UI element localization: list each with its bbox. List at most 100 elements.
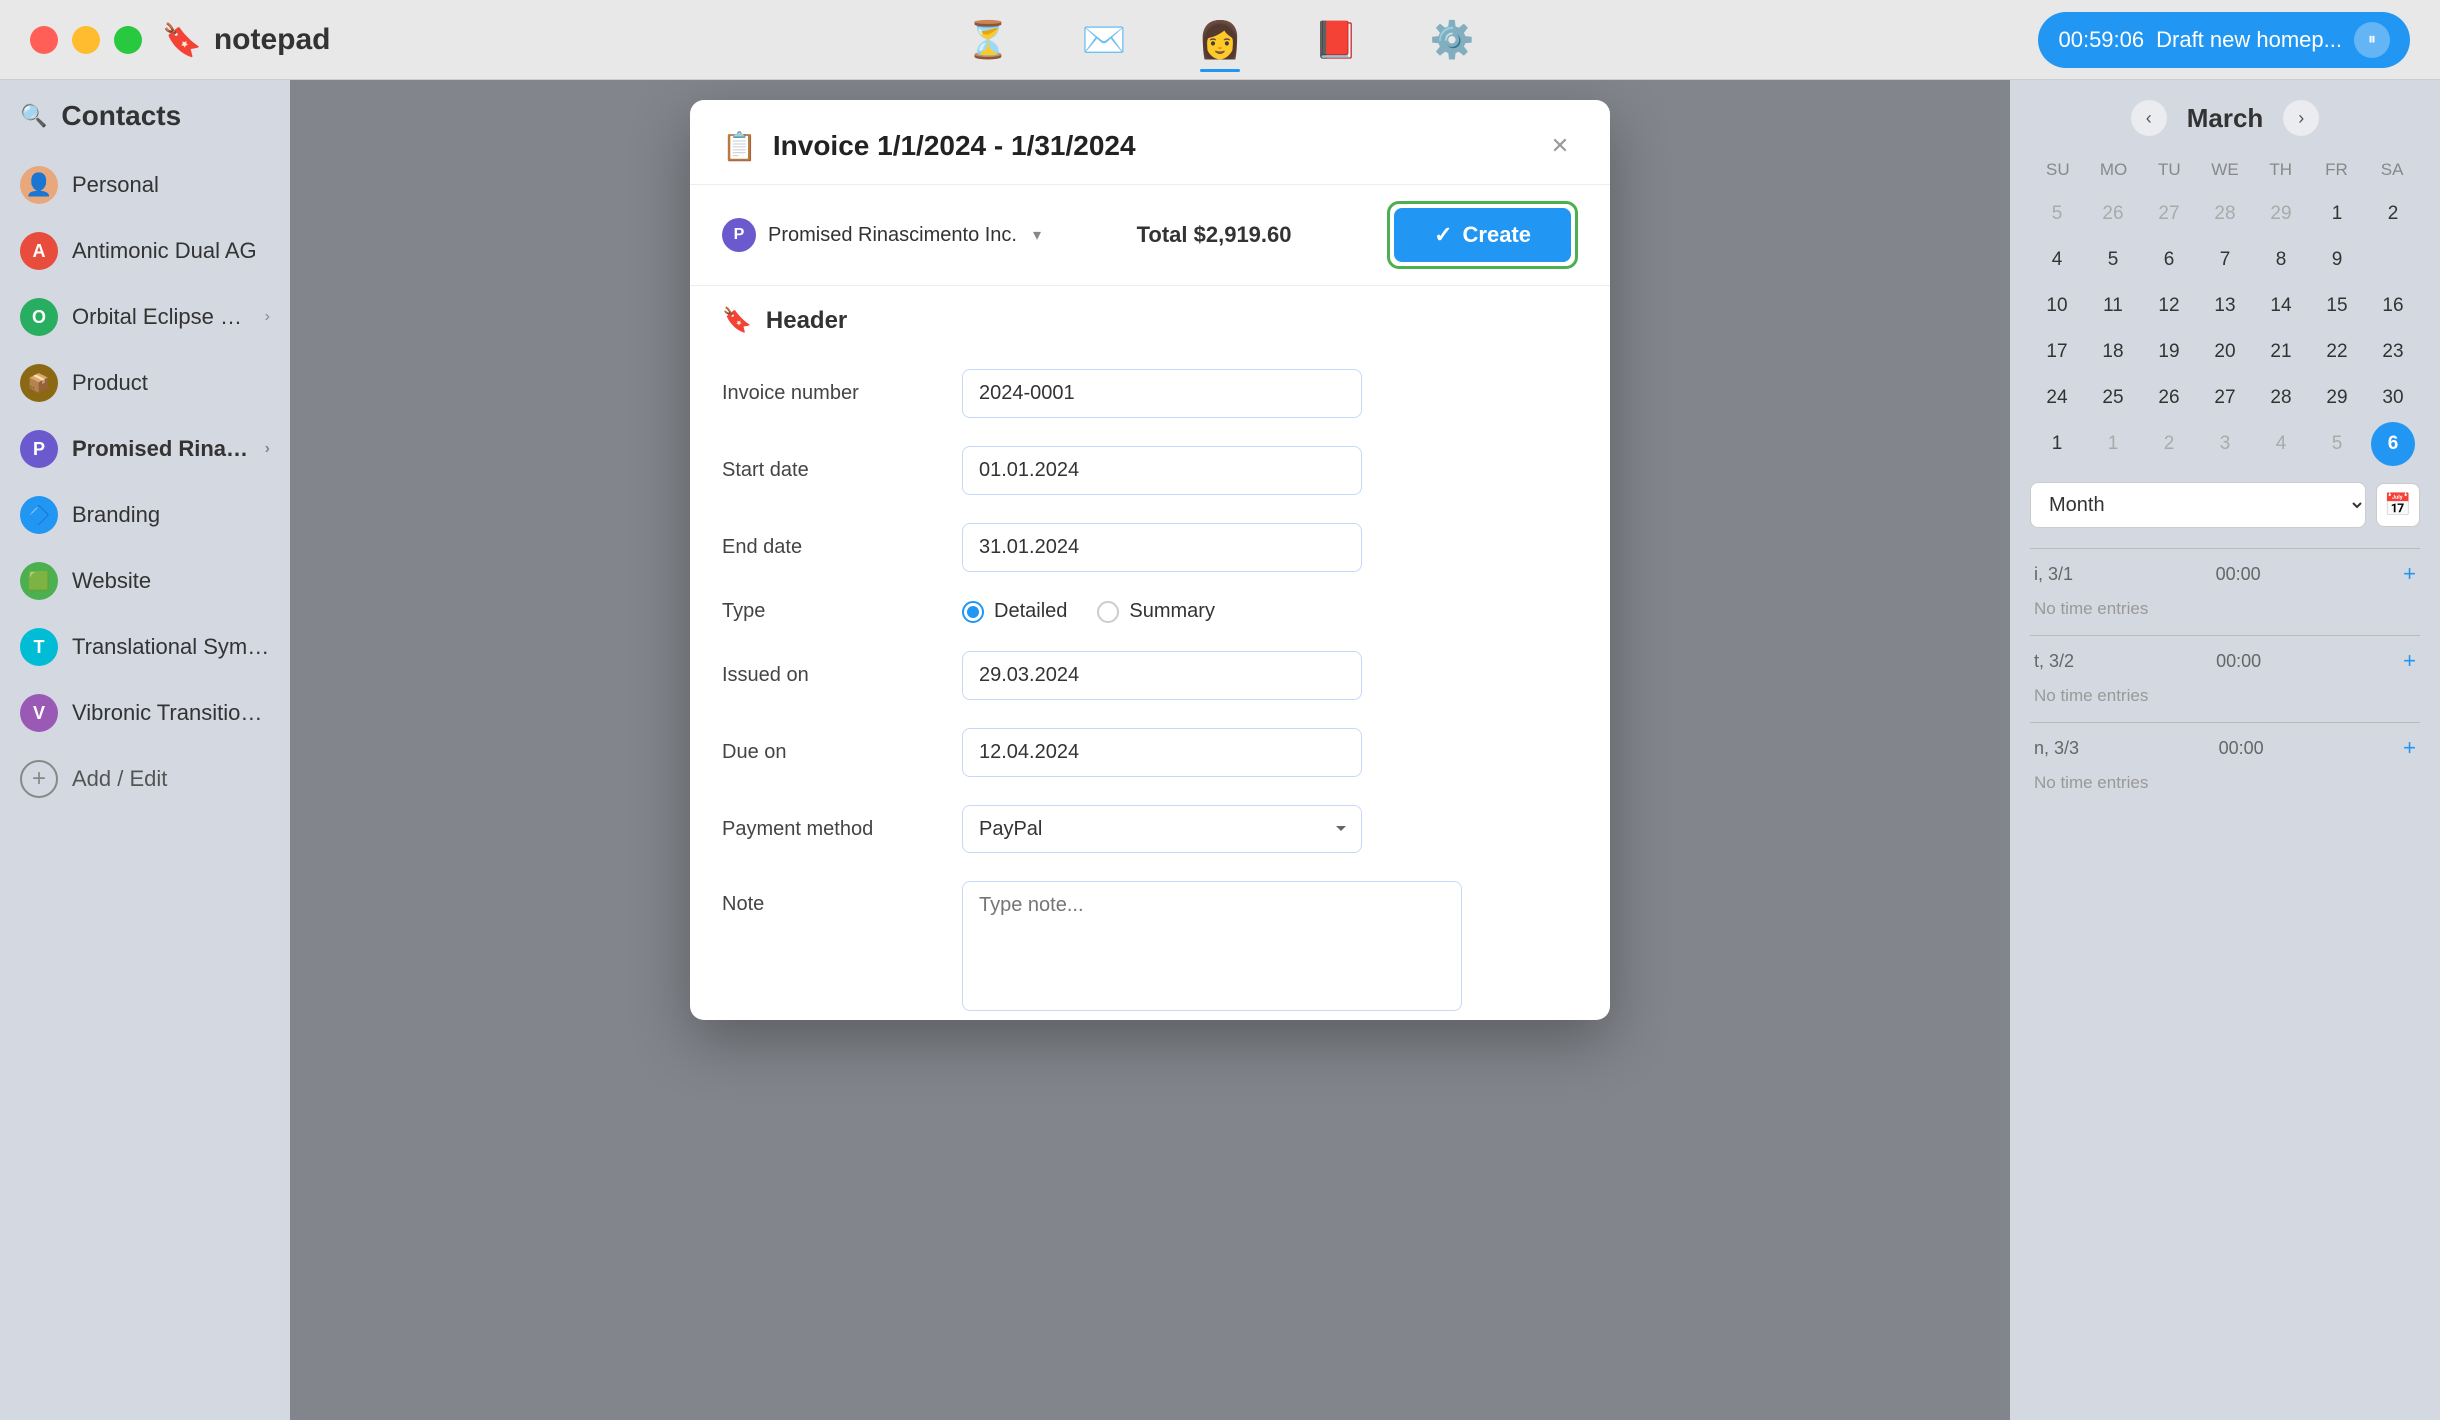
sidebar-item-promised[interactable]: P Promised Rinascimen... › (0, 416, 290, 482)
cal-day[interactable]: 11 (2091, 284, 2135, 328)
time-entry-add-button[interactable]: + (2403, 735, 2416, 761)
cal-day[interactable]: 30 (2371, 376, 2415, 420)
avatar-antimonic: A (20, 232, 58, 270)
cal-day[interactable]: 13 (2203, 284, 2247, 328)
minimize-button[interactable] (72, 26, 100, 54)
cal-day[interactable]: 9 (2315, 238, 2359, 282)
cal-day[interactable]: 27 (2147, 192, 2191, 236)
cal-day[interactable]: 24 (2035, 376, 2079, 420)
sidebar-item-label: Orbital Eclipse LLC (72, 304, 251, 330)
main-nav: ⏳ ✉️ 👩 📕 ⚙️ (960, 12, 1480, 68)
sidebar-item-branding[interactable]: 🔷 Branding (0, 482, 290, 548)
cal-day[interactable]: 17 (2035, 330, 2079, 374)
sidebar-item-vibronic[interactable]: V Vibronic Transition G... (0, 680, 290, 746)
cal-day[interactable]: 26 (2091, 192, 2135, 236)
cal-day[interactable]: 14 (2259, 284, 2303, 328)
cal-day[interactable]: 21 (2259, 330, 2303, 374)
create-button[interactable]: ✓ Create (1394, 208, 1571, 262)
cal-day[interactable]: 7 (2203, 238, 2247, 282)
main-layout: 🔍 Contacts 👤 Personal A Antimonic Dual A… (0, 80, 2440, 1420)
radio-detailed[interactable] (962, 601, 984, 623)
cal-day[interactable]: 1 (2091, 422, 2135, 466)
time-entry-time: 00:00 (2216, 564, 2261, 585)
cal-day[interactable]: 1 (2315, 192, 2359, 236)
cal-day[interactable]: 5 (2035, 192, 2079, 236)
calendar-prev-button[interactable]: ‹ (2131, 100, 2167, 136)
nav-book[interactable]: 📕 (1308, 12, 1364, 68)
calendar-header: ‹ March › (2030, 100, 2420, 136)
calendar-icon-button[interactable]: 📅 (2376, 483, 2420, 527)
end-date-input[interactable] (962, 523, 1362, 572)
cal-day[interactable]: 1 (2035, 422, 2079, 466)
timer-badge[interactable]: 00:59:06 Draft new homep... ⏸ (2038, 12, 2410, 68)
nav-timer[interactable]: ⏳ (960, 12, 1016, 68)
note-textarea[interactable] (962, 881, 1462, 1011)
add-edit-item[interactable]: + Add / Edit (0, 746, 290, 812)
issued-on-input[interactable] (962, 651, 1362, 700)
timer-pause-button[interactable]: ⏸ (2354, 22, 2390, 58)
avatar-translational: T (20, 628, 58, 666)
search-icon[interactable]: 🔍 (20, 103, 47, 129)
calendar-view-dropdown[interactable]: Month Week Day (2030, 482, 2366, 528)
radio-summary[interactable] (1097, 601, 1119, 623)
type-detailed-option[interactable]: Detailed (962, 600, 1067, 623)
no-entries-33: No time entries (2030, 767, 2420, 799)
nav-mail[interactable]: ✉️ (1076, 12, 1132, 68)
payment-method-select[interactable]: PayPal Bank Transfer Cash Credit Card (962, 805, 1362, 853)
sidebar-item-personal[interactable]: 👤 Personal (0, 152, 290, 218)
cal-day[interactable]: 10 (2035, 284, 2079, 328)
cal-day[interactable]: 4 (2035, 238, 2079, 282)
sidebar-item-product[interactable]: 📦 Product (0, 350, 290, 416)
time-entry-add-button[interactable]: + (2403, 561, 2416, 587)
time-entry-day-label: i, 3/1 (2034, 564, 2073, 585)
due-on-input[interactable] (962, 728, 1362, 777)
invoice-number-input[interactable] (962, 369, 1362, 418)
sidebar-item-website[interactable]: 🟩 Website (0, 548, 290, 614)
time-entry-add-button[interactable]: + (2403, 648, 2416, 674)
sidebar-item-label: Antimonic Dual AG (72, 238, 270, 264)
sidebar-item-translational[interactable]: T Translational Symmet... (0, 614, 290, 680)
cal-day[interactable]: 2 (2371, 192, 2415, 236)
cal-day[interactable]: 25 (2091, 376, 2135, 420)
cal-day[interactable]: 4 (2259, 422, 2303, 466)
nav-person[interactable]: 👩 (1192, 12, 1248, 68)
nav-settings[interactable]: ⚙️ (1424, 12, 1480, 68)
type-summary-option[interactable]: Summary (1097, 600, 1215, 623)
cal-day[interactable]: 15 (2315, 284, 2359, 328)
cal-day[interactable]: 3 (2203, 422, 2247, 466)
cal-day-today[interactable]: 6 (2371, 422, 2415, 466)
calendar-next-button[interactable]: › (2283, 100, 2319, 136)
cal-day[interactable]: 23 (2371, 330, 2415, 374)
cal-day[interactable]: 28 (2203, 192, 2247, 236)
cal-day[interactable]: 20 (2203, 330, 2247, 374)
cal-day[interactable]: 29 (2259, 192, 2303, 236)
company-dropdown-arrow[interactable]: ▾ (1033, 225, 1041, 245)
start-date-input[interactable] (962, 446, 1362, 495)
end-date-row: End date (722, 509, 1578, 586)
cal-day[interactable]: 27 (2203, 376, 2247, 420)
close-modal-button[interactable]: ✕ (1542, 128, 1578, 164)
cal-day[interactable]: 12 (2147, 284, 2191, 328)
maximize-button[interactable] (114, 26, 142, 54)
cal-day[interactable]: 5 (2091, 238, 2135, 282)
cal-day[interactable]: 6 (2147, 238, 2191, 282)
close-button[interactable] (30, 26, 58, 54)
cal-day[interactable]: 19 (2147, 330, 2191, 374)
time-entry-31: i, 3/1 00:00 + (2030, 548, 2420, 593)
cal-day[interactable]: 5 (2315, 422, 2359, 466)
sidebar-item-antimonic[interactable]: A Antimonic Dual AG (0, 218, 290, 284)
add-label: Add / Edit (72, 766, 167, 792)
cal-day[interactable]: 29 (2315, 376, 2359, 420)
sidebar: 🔍 Contacts 👤 Personal A Antimonic Dual A… (0, 80, 290, 1420)
cal-day[interactable]: 8 (2259, 238, 2303, 282)
cal-day[interactable]: 16 (2371, 284, 2415, 328)
cal-day[interactable]: 2 (2147, 422, 2191, 466)
sidebar-item-label: Personal (72, 172, 270, 198)
cal-day[interactable]: 26 (2147, 376, 2191, 420)
cal-day[interactable]: 18 (2091, 330, 2135, 374)
sidebar-item-orbital[interactable]: O Orbital Eclipse LLC › (0, 284, 290, 350)
cal-day[interactable]: 22 (2315, 330, 2359, 374)
time-entry-32: t, 3/2 00:00 + (2030, 635, 2420, 680)
cal-day[interactable]: 28 (2259, 376, 2303, 420)
due-on-row: Due on (722, 714, 1578, 791)
